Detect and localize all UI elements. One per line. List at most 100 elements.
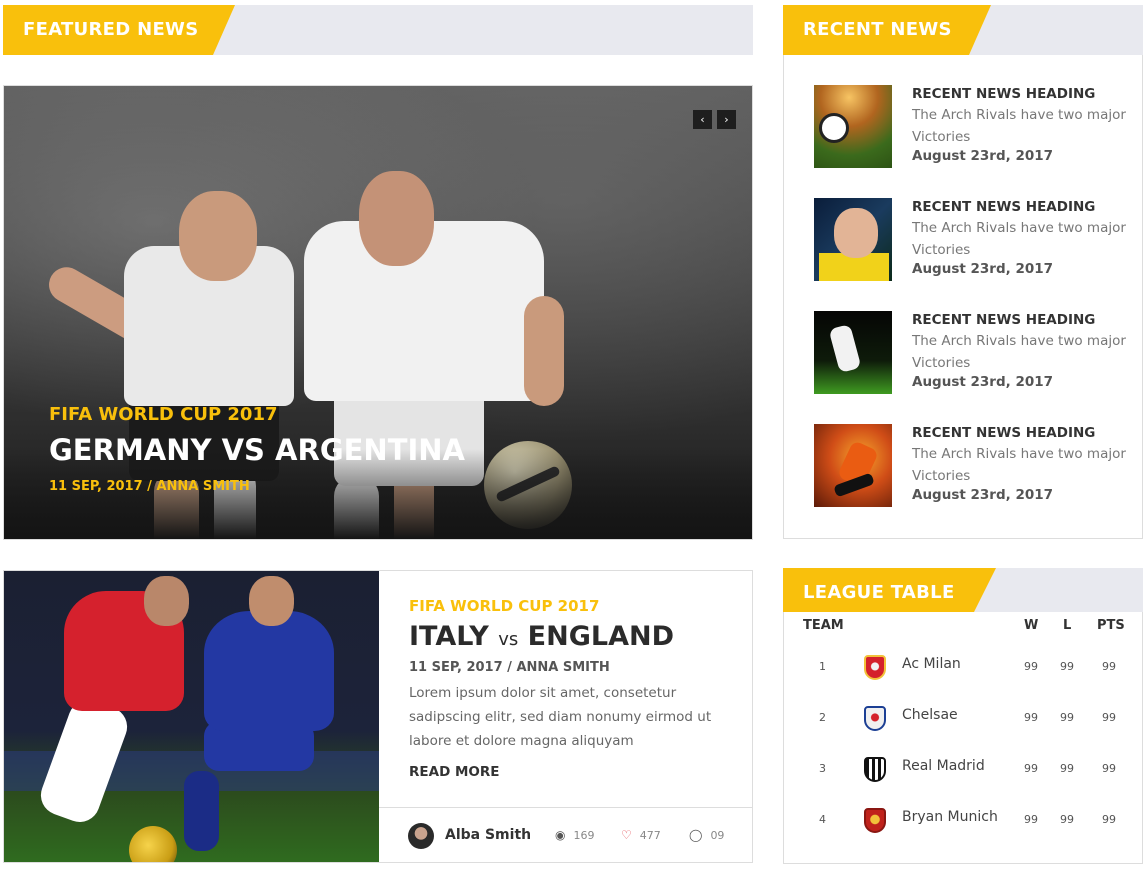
points: 99 (1102, 813, 1116, 826)
col-team: TEAM (803, 618, 844, 633)
article-photo-part (204, 611, 334, 731)
league-table-title: LEAGUE TABLE (803, 582, 955, 603)
team-name[interactable]: Bryan Munich (902, 809, 998, 825)
news-thumbnail[interactable] (814, 424, 892, 507)
hero-photo-part (359, 171, 434, 266)
featured-news-title: FEATURED NEWS (23, 19, 199, 40)
losses: 99 (1060, 660, 1074, 673)
news-desc: The Arch Rivals have two major Victories (912, 446, 1126, 484)
featured-news-ribbon: FEATURED NEWS (3, 5, 235, 55)
news-heading[interactable]: RECENT NEWS HEADING (912, 425, 1132, 441)
read-more-link[interactable]: READ MORE (409, 764, 500, 780)
recent-news-ribbon: RECENT NEWS (783, 5, 991, 55)
article-photo-part (249, 576, 294, 626)
news-heading[interactable]: RECENT NEWS HEADING (912, 86, 1132, 102)
juventus-crest-icon (864, 757, 886, 782)
team-name[interactable]: Ac Milan (902, 656, 961, 672)
team-name[interactable]: Chelsae (902, 707, 958, 723)
team-name[interactable]: Real Madrid (902, 758, 985, 774)
article-photo-part (144, 576, 189, 626)
news-heading[interactable]: RECENT NEWS HEADING (912, 199, 1132, 215)
article-footer: Alba Smith ◉ 169 ♡ 477 ◯ 09 (379, 807, 752, 862)
featured-meta: 11 SEP, 2017 / ANNA SMITH (49, 479, 250, 494)
featured-caption: FIFA WORLD CUP 2017 GERMANY VS ARGENTINA… (49, 404, 465, 494)
league-table-ribbon: LEAGUE TABLE (783, 568, 996, 612)
thumbnail-detail (819, 113, 849, 143)
news-thumbnail[interactable] (814, 198, 892, 281)
news-thumbnail[interactable] (814, 85, 892, 168)
news-desc: The Arch Rivals have two major Victories (912, 333, 1126, 371)
row-position: 2 (819, 711, 826, 724)
news-date: August 23rd, 2017 (912, 148, 1054, 164)
news-text: RECENT NEWS HEADING The Arch Rivals have… (912, 199, 1132, 277)
list-item[interactable]: RECENT NEWS HEADING The Arch Rivals have… (814, 85, 1134, 169)
article-excerpt: Lorem ipsum dolor sit amet, consetetur s… (409, 685, 712, 749)
chevron-right-icon: › (724, 113, 729, 126)
points: 99 (1102, 762, 1116, 775)
article-title[interactable]: ITALY vs ENGLAND (409, 621, 739, 652)
league-table: TEAM W L PTS 1 Ac Milan 99 99 99 2 Chels… (783, 612, 1143, 864)
news-desc: The Arch Rivals have two major Victories (912, 220, 1126, 258)
article-title-team-b: ENGLAND (527, 621, 674, 652)
hero-photo-part (179, 191, 257, 281)
col-w: W (1024, 618, 1039, 633)
list-item[interactable]: RECENT NEWS HEADING The Arch Rivals have… (814, 311, 1134, 395)
article-photo-part (184, 771, 219, 851)
points: 99 (1102, 711, 1116, 724)
thumbnail-detail (828, 323, 862, 374)
featured-title[interactable]: GERMANY VS ARGENTINA (49, 433, 465, 467)
article-meta: 11 SEP, 2017 / ANNA SMITH (409, 660, 610, 675)
likes-count: 477 (639, 829, 661, 842)
row-position: 1 (819, 660, 826, 673)
article-image[interactable] (4, 571, 379, 862)
featured-news-header: FEATURED NEWS (3, 5, 753, 55)
eye-icon: ◉ (555, 828, 566, 842)
table-row[interactable]: 2 Chelsae 99 99 99 (784, 695, 1142, 746)
article-photo-ball (129, 826, 177, 862)
news-thumbnail[interactable] (814, 311, 892, 394)
losses: 99 (1060, 813, 1074, 826)
wins: 99 (1024, 660, 1038, 673)
slider-prev-button[interactable]: ‹ (693, 110, 712, 129)
news-text: RECENT NEWS HEADING The Arch Rivals have… (912, 86, 1132, 164)
comment-icon[interactable]: ◯ (689, 828, 702, 842)
news-text: RECENT NEWS HEADING The Arch Rivals have… (912, 425, 1132, 503)
article-title-vs: vs (498, 629, 519, 650)
recent-news-title: RECENT NEWS (803, 19, 952, 40)
news-desc: The Arch Rivals have two major Victories (912, 107, 1126, 145)
wins: 99 (1024, 813, 1038, 826)
article-title-team-a: ITALY (409, 621, 489, 652)
losses: 99 (1060, 762, 1074, 775)
row-position: 3 (819, 762, 826, 775)
chevron-left-icon: ‹ (700, 113, 705, 126)
views-stat: ◉ 169 (555, 828, 594, 842)
avatar[interactable] (408, 823, 434, 849)
col-l: L (1063, 618, 1072, 633)
hero-photo-part (524, 296, 564, 406)
featured-category[interactable]: FIFA WORLD CUP 2017 (49, 404, 465, 425)
col-pts: PTS (1097, 618, 1125, 633)
thumbnail-detail (834, 208, 878, 258)
list-item[interactable]: RECENT NEWS HEADING The Arch Rivals have… (814, 424, 1134, 508)
table-row[interactable]: 4 Bryan Munich 99 99 99 (784, 797, 1142, 848)
recent-news-list: RECENT NEWS HEADING The Arch Rivals have… (783, 55, 1143, 539)
news-heading[interactable]: RECENT NEWS HEADING (912, 312, 1132, 328)
list-item[interactable]: RECENT NEWS HEADING The Arch Rivals have… (814, 198, 1134, 282)
wins: 99 (1024, 762, 1038, 775)
wins: 99 (1024, 711, 1038, 724)
heart-icon[interactable]: ♡ (621, 828, 632, 842)
chelsea-crest-icon (864, 706, 886, 731)
article-category[interactable]: FIFA WORLD CUP 2017 (409, 597, 739, 615)
league-table-header: LEAGUE TABLE (783, 568, 1143, 612)
table-row[interactable]: 1 Ac Milan 99 99 99 (784, 644, 1142, 695)
slider-next-button[interactable]: › (717, 110, 736, 129)
featured-slide[interactable]: ‹ › FIFA WORLD CUP 2017 GERMANY VS ARGEN… (3, 85, 753, 540)
recent-news-header: RECENT NEWS (783, 5, 1143, 55)
likes-stat[interactable]: ♡ 477 (621, 828, 661, 842)
comments-stat[interactable]: ◯ 09 (689, 828, 724, 842)
news-text: RECENT NEWS HEADING The Arch Rivals have… (912, 312, 1132, 390)
table-row[interactable]: 3 Real Madrid 99 99 99 (784, 746, 1142, 797)
article-body: FIFA WORLD CUP 2017 ITALY vs ENGLAND 11 … (409, 597, 739, 753)
author-name[interactable]: Alba Smith (445, 827, 531, 843)
points: 99 (1102, 660, 1116, 673)
